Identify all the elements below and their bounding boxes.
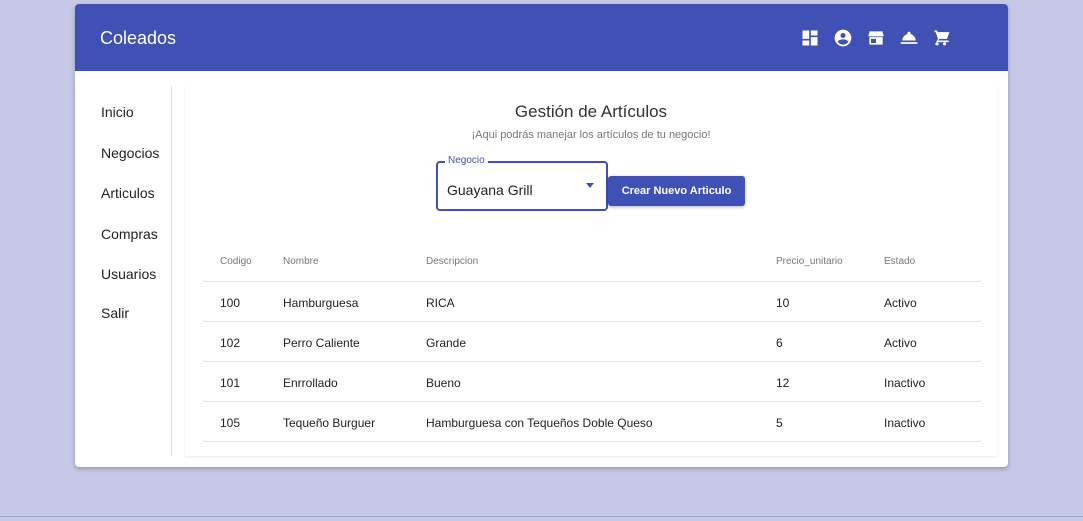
cell-precio: 5 — [776, 416, 783, 430]
page-subtitle: ¡Aqui podrás manejar los artículos de tu… — [471, 129, 711, 141]
account-circle-icon[interactable] — [833, 28, 853, 48]
header-codigo[interactable]: Codigo — [220, 256, 252, 267]
header-estado[interactable]: Estado — [884, 256, 915, 267]
sidebar-item-usuarios[interactable]: Usuarios — [101, 266, 156, 282]
sidebar-item-negocios[interactable]: Negocios — [101, 145, 159, 161]
cell-precio: 12 — [776, 376, 790, 390]
cell-descripcion: Bueno — [426, 376, 461, 390]
cell-precio: 10 — [776, 296, 790, 310]
content-panel: Gestión de Artículos ¡Aqui podrás maneja… — [185, 84, 997, 456]
cell-codigo: 100 — [220, 296, 241, 310]
chevron-down-icon — [586, 183, 594, 188]
negocio-select[interactable]: Negocio Guayana Grill — [436, 155, 608, 211]
table-row[interactable]: 105 Tequeño Burguer Hamburguesa con Tequ… — [203, 402, 981, 442]
table-row[interactable]: 101 Enrrollado Bueno 12 Inactivo — [203, 362, 981, 402]
cell-nombre: Perro Caliente — [283, 336, 360, 350]
header-descripcion[interactable]: Descripcion — [426, 256, 478, 267]
cell-descripcion: RICA — [426, 296, 455, 310]
header-nombre[interactable]: Nombre — [283, 256, 319, 267]
sidebar-item-articulos[interactable]: Articulos — [101, 185, 155, 201]
cell-precio: 6 — [776, 336, 783, 350]
cell-nombre: Enrrollado — [283, 376, 338, 390]
nav-icons — [800, 28, 952, 48]
cell-estado: Inactivo — [884, 416, 926, 430]
table-row[interactable]: 100 Hamburguesa RICA 10 Activo — [203, 282, 981, 322]
cell-descripcion: Hamburguesa con Tequeños Doble Queso — [426, 416, 653, 430]
sidebar-item-salir[interactable]: Salir — [101, 305, 129, 321]
cell-nombre: Tequeño Burguer — [283, 416, 376, 430]
sidebar-item-inicio[interactable]: Inicio — [101, 104, 134, 120]
cell-codigo: 101 — [220, 376, 241, 390]
cell-codigo: 102 — [220, 336, 241, 350]
room-service-icon[interactable] — [899, 28, 919, 48]
negocio-select-label: Negocio — [445, 155, 488, 166]
page-title: Gestión de Artículos — [514, 102, 668, 121]
table-header-row: Codigo Nombre Descripcion Precio_unitari… — [203, 242, 981, 282]
create-article-button[interactable]: Crear Nuevo Articulo — [608, 176, 745, 206]
sidebar — [75, 71, 172, 456]
cell-descripcion: Grande — [426, 336, 467, 350]
dashboard-icon[interactable] — [800, 28, 820, 48]
cell-nombre: Hamburguesa — [283, 296, 359, 310]
store-icon[interactable] — [866, 28, 886, 48]
cell-estado: Activo — [884, 296, 917, 310]
table-row[interactable]: 102 Perro Caliente Grande 6 Activo — [203, 322, 981, 362]
articles-table: Codigo Nombre Descripcion Precio_unitari… — [203, 242, 981, 442]
negocio-select-value: Guayana Grill — [447, 182, 533, 198]
header-precio-unitario[interactable]: Precio_unitario — [776, 256, 843, 267]
cell-codigo: 105 — [220, 416, 241, 430]
app-title[interactable]: Coleados — [100, 28, 176, 49]
sidebar-item-compras[interactable]: Compras — [101, 226, 158, 242]
shopping-cart-icon[interactable] — [932, 28, 952, 48]
app-bar: Coleados — [75, 4, 1008, 71]
cell-estado: Activo — [884, 336, 917, 350]
cell-estado: Inactivo — [884, 376, 926, 390]
main-card: Coleados Inicio Negocios Articulos Compr… — [75, 4, 1008, 467]
bottom-divider — [0, 516, 1083, 517]
sidebar-divider — [171, 86, 172, 456]
